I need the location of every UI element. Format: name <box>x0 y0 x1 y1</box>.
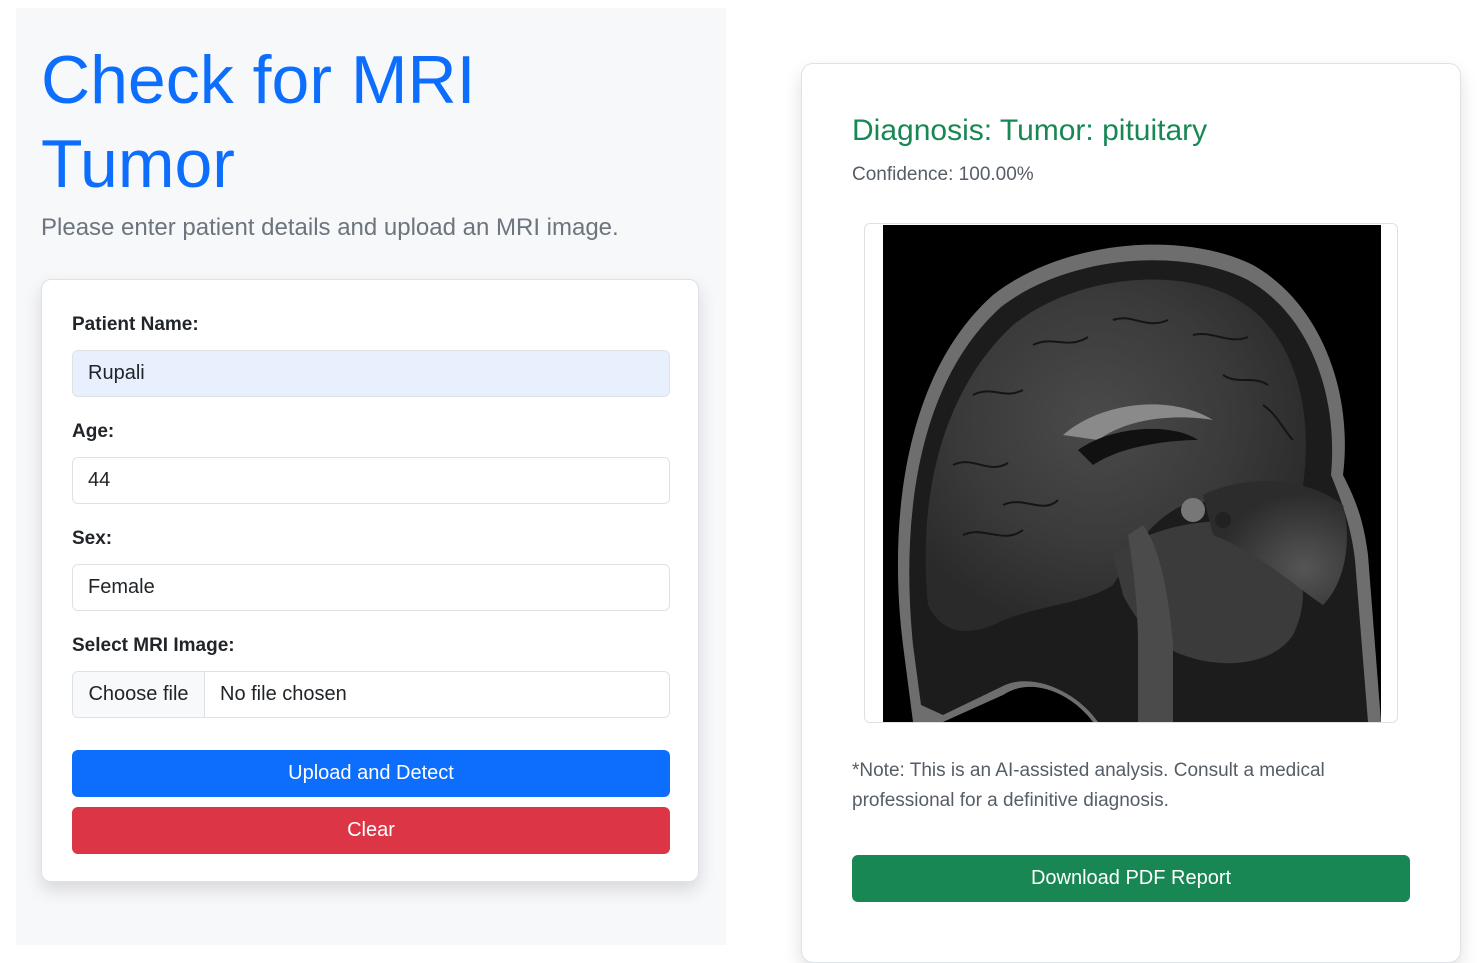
mri-scan-image <box>883 225 1381 722</box>
patient-form-card: Patient Name: Age: Sex: Select MRI Image… <box>41 279 699 882</box>
clear-button[interactable]: Clear <box>72 807 670 854</box>
age-input[interactable] <box>72 457 670 504</box>
patient-name-input[interactable] <box>72 350 670 397</box>
age-label: Age: <box>72 421 115 442</box>
patient-name-label: Patient Name: <box>72 314 199 335</box>
sex-label: Sex: <box>72 528 113 549</box>
choose-file-button[interactable]: Choose file <box>73 672 205 717</box>
confidence-text: Confidence: 100.00% <box>852 164 1034 185</box>
mri-image-frame <box>864 223 1398 723</box>
form-panel: Check for MRI Tumor Please enter patient… <box>16 8 726 945</box>
mri-file-input[interactable]: Choose file No file chosen <box>72 671 670 718</box>
sex-input[interactable] <box>72 564 670 611</box>
upload-detect-button[interactable]: Upload and Detect <box>72 750 670 797</box>
result-card: Diagnosis: Tumor: pituitary Confidence: … <box>801 63 1461 963</box>
mri-image-label: Select MRI Image: <box>72 635 235 656</box>
download-pdf-button[interactable]: Download PDF Report <box>852 855 1410 902</box>
file-status-text: No file chosen <box>220 683 347 705</box>
page-title: Check for MRI Tumor <box>41 42 476 202</box>
diagnosis-heading: Diagnosis: Tumor: pituitary <box>852 114 1208 147</box>
page-subtitle: Please enter patient details and upload … <box>41 214 619 241</box>
disclaimer-note: *Note: This is an AI-assisted analysis. … <box>852 760 1325 811</box>
